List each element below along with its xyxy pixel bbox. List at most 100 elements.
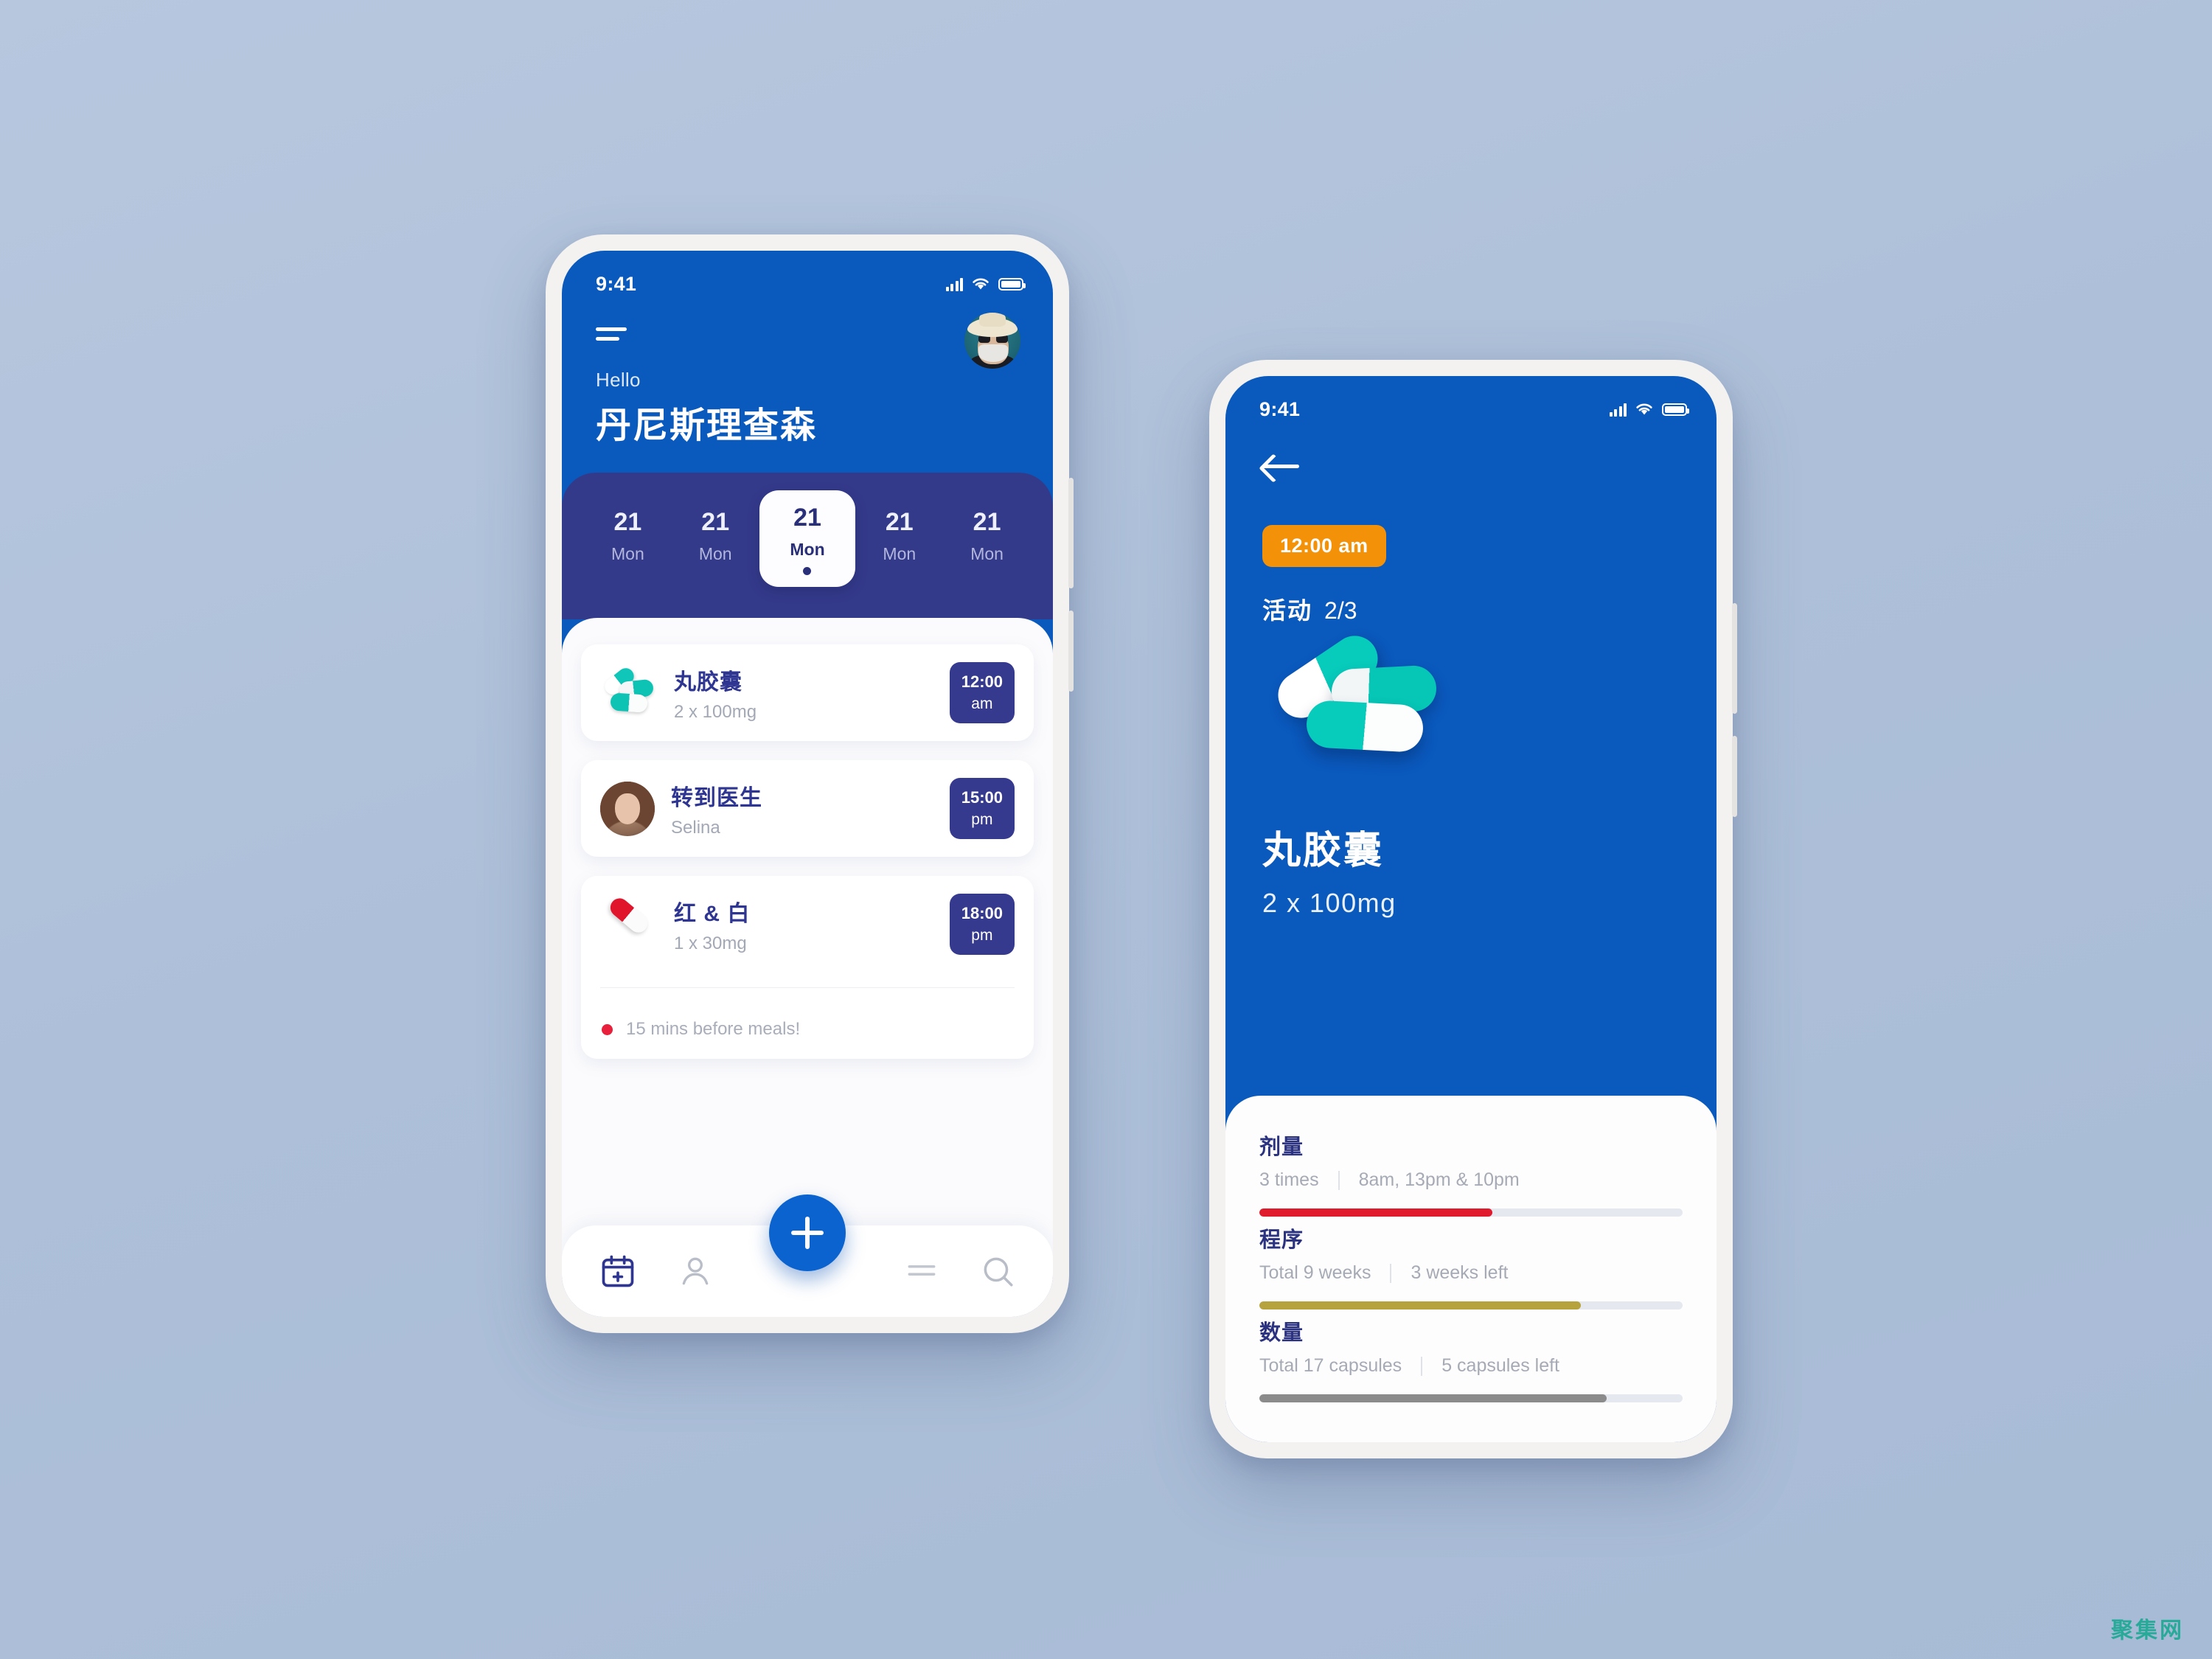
item-time: 15:00 (961, 788, 1003, 807)
note-dot-icon (602, 1023, 613, 1035)
hamburger-menu-icon[interactable] (596, 323, 627, 351)
detail-header: 12:00 am 活动 2/3 丸胶囊 2 x 100mg (1225, 429, 1717, 919)
item-subtitle: 1 x 30mg (674, 933, 747, 953)
greeting-block: Hello 丹尼斯理查森 (596, 369, 1019, 448)
wifi-icon (973, 278, 989, 290)
wifi-icon (1636, 403, 1652, 415)
phone-mockup-detail: 9:41 12:00 am 活动 2/3 丸胶囊 2 x 100mg 剂量 3 … (1209, 360, 1737, 1458)
watermark: 聚集网 (2111, 1618, 2184, 1643)
battery-icon (1662, 403, 1689, 416)
item-ampm: pm (971, 811, 993, 828)
item-time: 18:00 (961, 904, 1003, 922)
calendar-day-1[interactable]: 21 Mon (672, 498, 759, 564)
calendar-day-3[interactable]: 21 Mon (855, 498, 943, 564)
metrics-panel: 剂量 3 times 8am, 13pm & 10pm 程序 Total 9 w… (1225, 1096, 1717, 1442)
day-label: Mon (698, 544, 732, 563)
day-number: 21 (793, 504, 821, 532)
plus-icon (791, 1217, 824, 1249)
metric-title: 剂量 (1259, 1135, 1304, 1159)
status-icons (945, 276, 1026, 291)
profile-icon[interactable] (677, 1253, 714, 1290)
metric-right: 3 weeks left (1411, 1262, 1509, 1283)
metric-right: 8am, 13pm & 10pm (1358, 1169, 1520, 1190)
item-title: 转到医生 (671, 785, 762, 810)
metric-left: Total 17 capsules (1259, 1355, 1402, 1376)
day-number: 21 (973, 508, 1001, 536)
calendar-day-4[interactable]: 21 Mon (943, 498, 1031, 564)
item-time-chip[interactable]: 12:00 am (949, 662, 1015, 723)
note-text: 15 mins before meals! (626, 1019, 801, 1039)
phone-side-button (1732, 736, 1737, 817)
divider (1390, 1263, 1392, 1283)
phone-side-button (1732, 603, 1737, 714)
calendar-add-icon[interactable] (599, 1252, 637, 1290)
search-icon[interactable] (979, 1253, 1016, 1290)
medicine-dosage: 2 x 100mg (1262, 888, 1397, 918)
schedule-item-1[interactable]: 转到医生 Selina 15:00 pm (581, 760, 1034, 857)
progress-bar-quantity (1259, 1394, 1683, 1402)
detail-screen: 9:41 12:00 am 活动 2/3 丸胶囊 2 x 100mg 剂量 3 … (1225, 376, 1717, 1442)
item-time-chip[interactable]: 15:00 pm (949, 778, 1015, 839)
divider (1338, 1170, 1340, 1190)
day-number: 21 (701, 508, 730, 536)
metric-title: 数量 (1259, 1321, 1304, 1345)
phone-mockup-home: 9:41 Hello 丹尼斯理查森 21 Mon 21 Mon 21 Mon 2… (546, 234, 1074, 1333)
metric-quantity: 数量 Total 17 capsules 5 capsules left (1259, 1315, 1683, 1402)
status-time: 9:41 (596, 272, 637, 295)
activity-progress: 2/3 (1324, 597, 1357, 624)
divider (1421, 1356, 1423, 1376)
phone-side-button (1068, 611, 1074, 692)
item-ampm: am (971, 695, 993, 712)
teal-capsules-hero (1269, 627, 1494, 793)
home-header: Hello 丹尼斯理查森 (562, 304, 1053, 448)
metric-left: Total 9 weeks (1259, 1262, 1371, 1283)
divider (600, 987, 1015, 988)
day-number: 21 (613, 508, 642, 536)
metric-right: 5 capsules left (1441, 1355, 1560, 1376)
selected-day-dot (803, 567, 812, 575)
red-white-capsule-icon (600, 894, 658, 949)
progress-bar-dosage (1259, 1208, 1683, 1217)
status-icons (1609, 402, 1689, 417)
user-name: 丹尼斯理查森 (596, 406, 818, 445)
progress-fill (1259, 1208, 1492, 1217)
phone-side-button (1068, 478, 1074, 588)
activity-label: 活动 (1262, 597, 1313, 624)
progress-fill (1259, 1301, 1582, 1310)
progress-bar-program (1259, 1301, 1683, 1310)
metric-dosage: 剂量 3 times 8am, 13pm & 10pm (1259, 1130, 1683, 1217)
calendar-strip: 21 Mon 21 Mon 21 Mon 21 Mon 21 Mon (562, 473, 1053, 619)
schedule-item-0[interactable]: 丸胶囊 2 x 100mg 12:00 am (581, 644, 1034, 741)
meal-note: 15 mins before meals! (600, 1004, 1015, 1041)
status-bar: 9:41 (1225, 376, 1717, 429)
item-ampm: pm (971, 927, 993, 944)
schedule-item-2[interactable]: 红 & 白 1 x 30mg 18:00 pm 15 mins before m… (581, 876, 1034, 1059)
home-screen: 9:41 Hello 丹尼斯理查森 21 Mon 21 Mon 21 Mon 2… (562, 251, 1053, 1317)
cellular-signal-icon (1609, 403, 1627, 417)
item-subtitle: 2 x 100mg (674, 701, 757, 722)
teal-capsules-icon (600, 664, 658, 717)
item-title: 丸胶囊 (674, 669, 742, 695)
day-label: Mon (883, 544, 917, 563)
user-avatar[interactable] (964, 313, 1020, 369)
item-title: 红 & 白 (674, 901, 751, 926)
item-time-chip[interactable]: 18:00 pm (949, 894, 1015, 955)
activity-line: 活动 2/3 (1262, 592, 1680, 626)
metric-left: 3 times (1259, 1169, 1319, 1190)
calendar-day-0[interactable]: 21 Mon (584, 498, 672, 564)
calendar-day-2-selected[interactable]: 21 Mon (759, 490, 856, 587)
greeting-hello: Hello (596, 369, 641, 391)
medicine-title: 丸胶囊 (1262, 830, 1385, 872)
add-button[interactable] (769, 1194, 846, 1271)
item-time: 12:00 (961, 672, 1003, 691)
day-label: Mon (790, 540, 825, 559)
metric-title: 程序 (1259, 1228, 1304, 1252)
item-subtitle: Selina (671, 817, 720, 838)
day-label: Mon (970, 544, 1004, 563)
battery-icon (998, 277, 1026, 291)
status-time: 9:41 (1259, 397, 1301, 420)
progress-fill (1259, 1394, 1607, 1402)
doctor-photo-avatar (600, 781, 655, 836)
menu-list-icon[interactable] (903, 1253, 940, 1290)
back-arrow-icon[interactable] (1262, 453, 1301, 479)
